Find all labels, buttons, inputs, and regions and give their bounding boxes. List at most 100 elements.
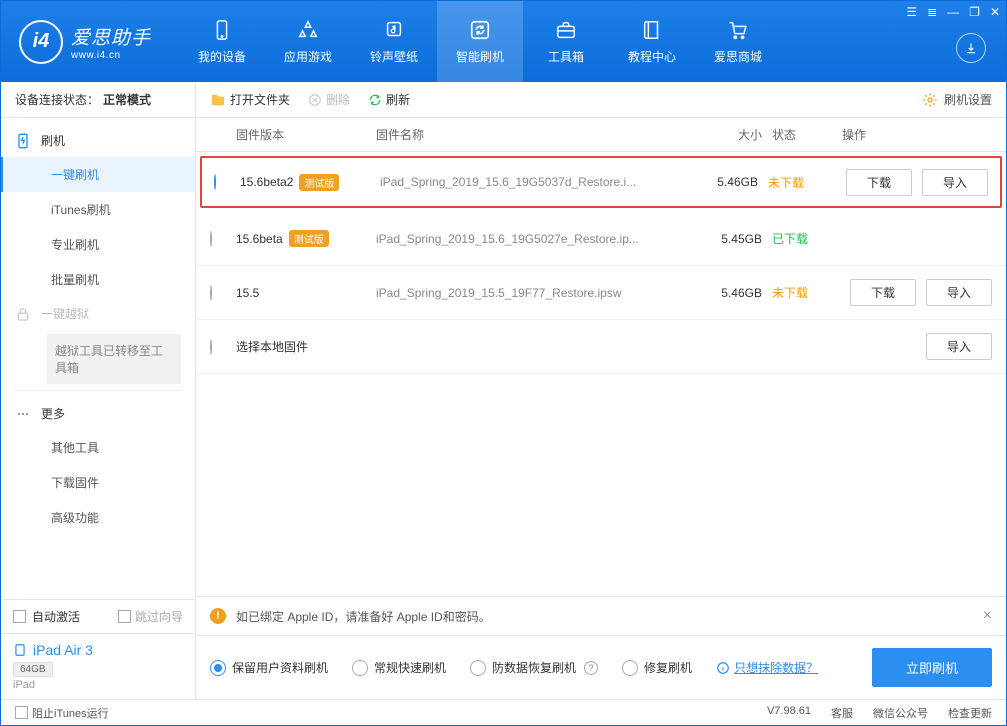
nav-my-device[interactable]: 我的设备 xyxy=(179,1,265,82)
delete-button: 删除 xyxy=(308,91,350,108)
nav-toolbox[interactable]: 工具箱 xyxy=(523,1,609,82)
close-icon[interactable]: ✕ xyxy=(990,5,1000,19)
refresh-icon xyxy=(468,18,492,42)
firmware-list: 15.6beta2测试版iPad_Spring_2019_15.6_19G503… xyxy=(196,152,1006,374)
sidebar-group-flash[interactable]: 刷机 xyxy=(1,124,195,157)
open-folder-button[interactable]: 打开文件夹 xyxy=(210,91,290,108)
firmware-name: iPad_Spring_2019_15.6_19G5027e_Restore.i… xyxy=(376,232,696,246)
sidebar-item-advanced[interactable]: 高级功能 xyxy=(1,500,195,535)
sidebar-item-other[interactable]: 其他工具 xyxy=(1,430,195,465)
wipe-link[interactable]: 只想抹除数据？ xyxy=(716,659,818,676)
beta-badge: 测试版 xyxy=(299,174,339,191)
sidebar-item-pro[interactable]: 专业刷机 xyxy=(1,227,195,262)
version-label: V7.98.61 xyxy=(767,705,811,721)
opt-anti-recover[interactable]: 防数据恢复刷机? xyxy=(470,659,598,676)
tablet-icon xyxy=(13,643,27,657)
status-badge: 未下载 xyxy=(768,174,838,191)
sidebar-group-jailbreak: 一键越狱 xyxy=(1,297,195,330)
table-header: 固件版本 固件名称 大小 状态 操作 xyxy=(196,118,1006,152)
local-firmware-label: 选择本地固件 xyxy=(236,338,842,355)
row-radio[interactable] xyxy=(214,174,216,190)
brand-cn: 爱思助手 xyxy=(71,23,151,50)
refresh-icon xyxy=(368,93,382,107)
sidebar-item-download[interactable]: 下载固件 xyxy=(1,465,195,500)
flash-icon xyxy=(15,133,31,149)
auto-activate-checkbox[interactable] xyxy=(13,610,26,623)
layout-icon[interactable]: ☰ xyxy=(906,5,917,19)
nav-flash[interactable]: 智能刷机 xyxy=(437,1,523,82)
download-button[interactable]: 下载 xyxy=(850,279,916,306)
beta-badge: 测试版 xyxy=(289,230,329,247)
warning-icon: ! xyxy=(210,608,226,624)
import-button[interactable]: 导入 xyxy=(922,169,988,196)
logo-icon: i4 xyxy=(19,20,63,64)
import-button[interactable]: 导入 xyxy=(926,279,992,306)
folder-icon xyxy=(210,92,226,108)
sidebar-jailbreak-note: 越狱工具已转移至工具箱 xyxy=(47,334,181,384)
opt-repair[interactable]: 修复刷机 xyxy=(622,659,692,676)
wechat-link[interactable]: 微信公众号 xyxy=(873,705,928,721)
support-link[interactable]: 客服 xyxy=(831,705,853,721)
sidebar: 设备连接状态： 正常模式 刷机 一键刷机 iTunes刷机 专业刷机 批量刷机 … xyxy=(1,82,196,699)
row-radio[interactable] xyxy=(210,231,212,247)
auto-activate-row: 自动激活 跳过向导 xyxy=(1,600,195,634)
list-icon[interactable]: ≣ xyxy=(927,5,937,19)
download-button[interactable]: 下载 xyxy=(846,169,912,196)
firmware-name: iPad_Spring_2019_15.5_19F77_Restore.ipsw xyxy=(376,286,696,300)
status-badge: 未下载 xyxy=(772,284,842,301)
table-row[interactable]: 选择本地固件 导入 xyxy=(196,320,1006,374)
delete-icon xyxy=(308,93,322,107)
options-bar: 保留用户资料刷机 常规快速刷机 防数据恢复刷机? 修复刷机 只想抹除数据？ 立即… xyxy=(196,635,1006,699)
opt-keep-data[interactable]: 保留用户资料刷机 xyxy=(210,659,328,676)
status-badge: 已下载 xyxy=(772,230,842,247)
block-itunes-checkbox[interactable] xyxy=(15,706,28,719)
nav-ringtones[interactable]: 铃声壁纸 xyxy=(351,1,437,82)
lock-icon xyxy=(15,306,31,322)
window-controls: ☰ ≣ — ❐ ✕ xyxy=(906,5,1000,19)
maximize-icon[interactable]: ❐ xyxy=(969,5,980,19)
brand-logo: i4 爱思助手 www.i4.cn xyxy=(1,1,169,82)
cart-icon xyxy=(726,18,750,42)
row-radio[interactable] xyxy=(210,339,212,355)
table-row[interactable]: 15.5iPad_Spring_2019_15.5_19F77_Restore.… xyxy=(196,266,1006,320)
table-row[interactable]: 15.6beta测试版iPad_Spring_2019_15.6_19G5027… xyxy=(196,212,1006,266)
flash-now-button[interactable]: 立即刷机 xyxy=(872,648,992,687)
opt-normal[interactable]: 常规快速刷机 xyxy=(352,659,446,676)
main-area: 设备连接状态： 正常模式 刷机 一键刷机 iTunes刷机 专业刷机 批量刷机 … xyxy=(1,82,1006,699)
music-icon xyxy=(382,18,406,42)
nav-apps[interactable]: 应用游戏 xyxy=(265,1,351,82)
refresh-button[interactable]: 刷新 xyxy=(368,91,410,108)
alert-bar: ! 如已绑定 Apple ID，请准备好 Apple ID和密码。 × xyxy=(196,596,1006,635)
sidebar-item-itunes[interactable]: iTunes刷机 xyxy=(1,192,195,227)
download-manager-icon[interactable] xyxy=(956,33,986,63)
apps-icon xyxy=(296,18,320,42)
firmware-name: iPad_Spring_2019_15.6_19G5037d_Restore.i… xyxy=(380,175,692,189)
minimize-icon[interactable]: — xyxy=(947,5,959,19)
update-link[interactable]: 检查更新 xyxy=(948,705,992,721)
nav-store[interactable]: 爱思商城 xyxy=(695,1,781,82)
app-header: i4 爱思助手 www.i4.cn 我的设备 应用游戏 铃声壁纸 智能刷机 工具… xyxy=(1,1,1006,82)
alert-close-icon[interactable]: × xyxy=(983,607,992,625)
brand-url: www.i4.cn xyxy=(71,50,151,61)
storage-badge: 64GB xyxy=(13,662,53,677)
gear-icon xyxy=(922,92,938,108)
phone-icon xyxy=(210,18,234,42)
device-info[interactable]: iPad Air 3 64GB iPad xyxy=(1,634,195,699)
import-button[interactable]: 导入 xyxy=(926,333,992,360)
skip-guide-checkbox[interactable] xyxy=(118,610,131,623)
nav-tutorials[interactable]: 教程中心 xyxy=(609,1,695,82)
toolbar: 打开文件夹 删除 刷新 刷机设置 xyxy=(196,82,1006,118)
flash-settings-button[interactable]: 刷机设置 xyxy=(922,91,992,108)
more-icon xyxy=(15,406,31,422)
statusbar: 阻止iTunes运行 V7.98.61 客服 微信公众号 检查更新 xyxy=(1,699,1006,725)
book-icon xyxy=(640,18,664,42)
sidebar-group-more[interactable]: 更多 xyxy=(1,397,195,430)
sidebar-item-batch[interactable]: 批量刷机 xyxy=(1,262,195,297)
row-radio[interactable] xyxy=(210,285,212,301)
table-row[interactable]: 15.6beta2测试版iPad_Spring_2019_15.6_19G503… xyxy=(200,156,1002,208)
toolbox-icon xyxy=(554,18,578,42)
help-icon[interactable]: ? xyxy=(584,661,598,675)
top-nav: 我的设备 应用游戏 铃声壁纸 智能刷机 工具箱 教程中心 爱思商城 xyxy=(179,1,781,82)
info-icon xyxy=(716,661,730,675)
sidebar-item-oneclick[interactable]: 一键刷机 xyxy=(1,157,195,192)
